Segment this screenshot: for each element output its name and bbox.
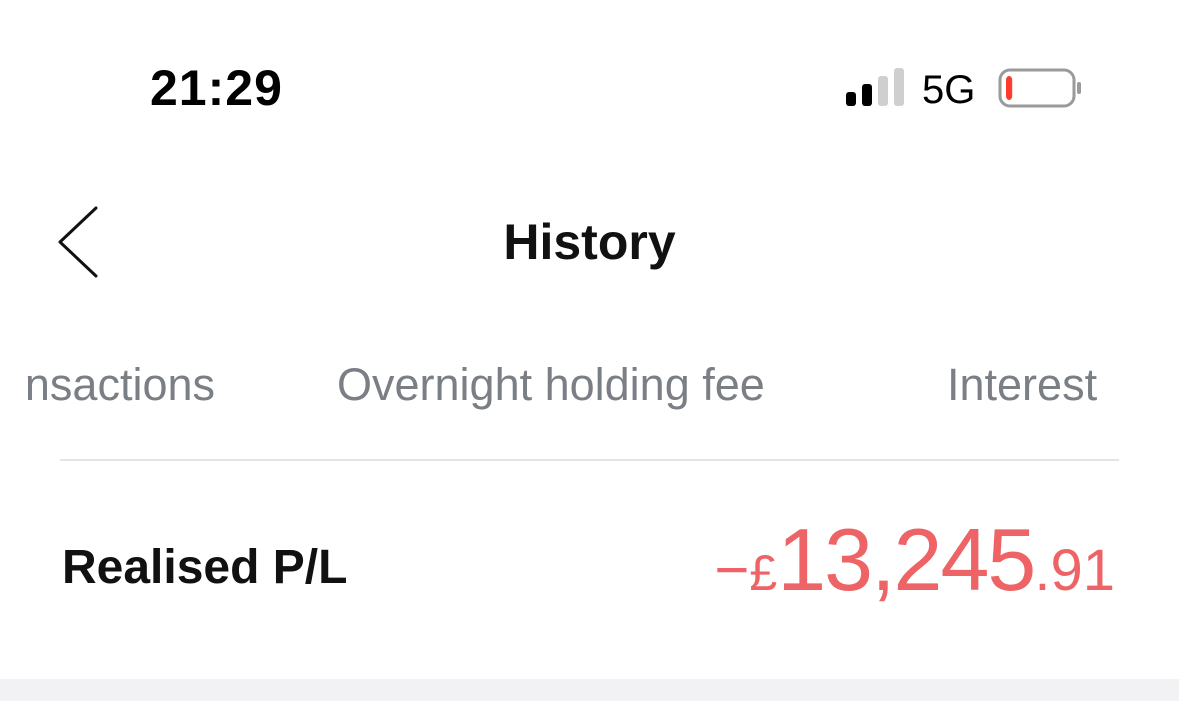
- section-separator: [0, 679, 1179, 701]
- signal-strength-icon: [846, 68, 904, 106]
- signal-bar-1: [846, 92, 856, 106]
- divider: [60, 459, 1119, 461]
- amount-sign: −: [714, 536, 750, 603]
- tab-overnight-holding-fee[interactable]: Overnight holding fee: [337, 355, 765, 415]
- tab-bar: nsactions Overnight holding fee Interest: [0, 355, 1179, 425]
- battery-cap: [1077, 82, 1081, 94]
- status-bar: 21:29 5G: [0, 0, 1179, 160]
- amount-currency: £: [749, 545, 778, 601]
- network-type: 5G: [922, 68, 976, 112]
- signal-bar-2: [862, 84, 872, 106]
- nav-bar: History: [0, 180, 1179, 300]
- status-time: 21:29: [150, 60, 283, 116]
- signal-bar-4: [894, 68, 904, 106]
- battery-fill: [1006, 76, 1013, 100]
- battery-icon: [998, 68, 1081, 108]
- realised-pl-row: Realised P/L −£13,245.91: [0, 500, 1179, 640]
- signal-bar-3: [878, 76, 888, 106]
- realised-pl-label: Realised P/L: [62, 541, 348, 594]
- tab-interest[interactable]: Interest: [947, 355, 1097, 415]
- page-title: History: [503, 214, 676, 270]
- realised-pl-amount: −£13,245.91: [714, 510, 1115, 636]
- tab-transactions[interactable]: nsactions: [25, 355, 215, 415]
- amount-decimal: .91: [1034, 538, 1115, 603]
- amount-integer: 13,245: [777, 510, 1036, 609]
